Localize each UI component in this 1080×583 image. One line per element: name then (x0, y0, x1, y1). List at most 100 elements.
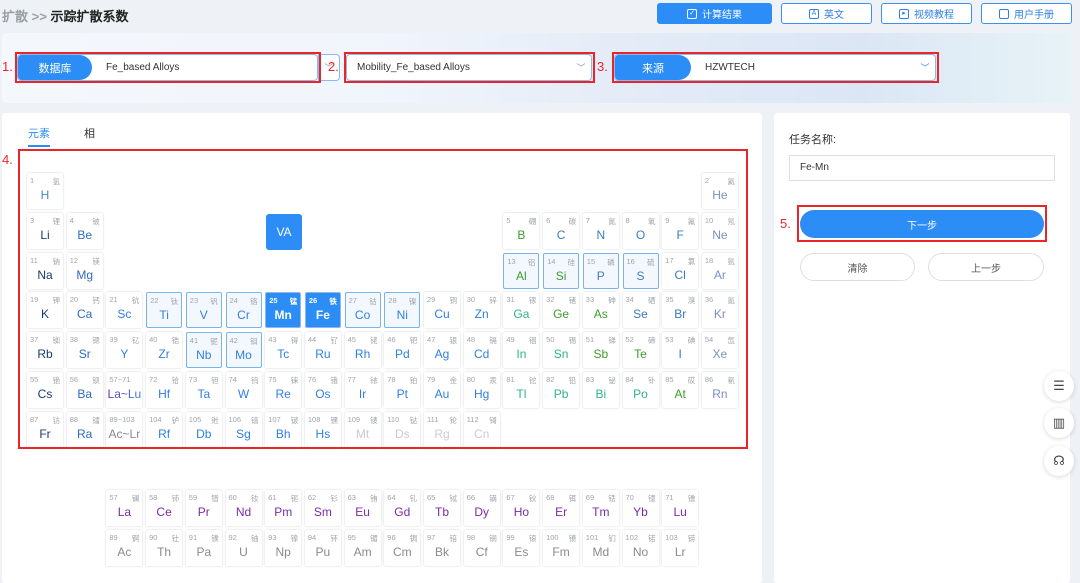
tab-phases[interactable]: 相 (84, 125, 95, 141)
element-la-lu[interactable]: 57~71 La~Lu (106, 372, 143, 408)
element-ag[interactable]: 47 银 Ag (424, 332, 460, 369)
element-cl[interactable]: 17 氯 Cl (662, 252, 699, 289)
element-pd[interactable]: 46 钯 Pd (384, 332, 421, 369)
element-c[interactable]: 6 碳C (543, 212, 580, 249)
element-lr[interactable]: 103 铹 Lr (662, 530, 699, 566)
element-sm[interactable]: 62 钐 Sm (304, 490, 341, 526)
element-sb[interactable]: 51 锑 Sb (582, 332, 619, 369)
book-open-icon[interactable]: ▥ (1044, 408, 1074, 438)
element-pt[interactable]: 78 铂 Pt (384, 372, 421, 408)
element-ga[interactable]: 31 镓 Ga (503, 292, 540, 329)
element-bi[interactable]: 83 铋 Bi (582, 372, 619, 408)
element-es[interactable]: 99 锿 Es (503, 530, 540, 566)
element-at[interactable]: 85 砹 At (662, 372, 699, 408)
group-va-button[interactable]: VA (266, 214, 302, 250)
element-al[interactable]: 13 铝 Al (503, 252, 540, 289)
element-s[interactable]: 16 硫 S (622, 252, 659, 289)
element-po[interactable]: 84 钋 Po (622, 372, 659, 408)
element-rh[interactable]: 45 铑 Rh (344, 332, 381, 369)
english-button[interactable]: A 英文 (781, 3, 872, 24)
element-er[interactable]: 68 铒 Er (543, 490, 580, 526)
element-th[interactable]: 90 钍 Th (146, 530, 183, 566)
previous-step-button[interactable]: 上一步 (928, 253, 1044, 281)
element-ta[interactable]: 73 钽 Ta (185, 372, 222, 408)
element-ac-lr[interactable]: 89~103 Ac~Lr (106, 411, 143, 448)
element-h[interactable]: 1 氢H (27, 173, 63, 209)
element-fe[interactable]: 26 铁 Fe (304, 292, 341, 329)
element-ge[interactable]: 32 锗 Ge (543, 292, 580, 329)
database-select[interactable]: 数据库 Fe_based Alloys (17, 54, 318, 81)
element-u[interactable]: 92 铀 U (225, 530, 262, 566)
element-si[interactable]: 14 硅 Si (543, 252, 580, 289)
element-la[interactable]: 57 镧 La (106, 490, 143, 526)
element-au[interactable]: 79 金 Au (424, 372, 460, 408)
element-rb[interactable]: 37 铷 Rb (27, 332, 63, 369)
element-pu[interactable]: 94 钚 Pu (304, 530, 341, 566)
element-kr[interactable]: 36 氪 Kr (701, 292, 738, 329)
element-as[interactable]: 33 砷 As (582, 292, 619, 329)
element-in[interactable]: 49 铟 In (503, 332, 540, 369)
element-re[interactable]: 75 铼 Re (265, 372, 302, 408)
element-be[interactable]: 4 铍 Be (66, 212, 103, 249)
tab-elements[interactable]: 元素 (28, 125, 50, 141)
element-mg[interactable]: 12 镁 Mg (66, 252, 103, 289)
element-ar[interactable]: 18 氩 Ar (701, 252, 738, 289)
element-lu[interactable]: 71 镥 Lu (662, 490, 699, 526)
element-cu[interactable]: 29 铜 Cu (424, 292, 460, 329)
element-zr[interactable]: 40 锆 Zr (146, 332, 183, 369)
element-co[interactable]: 27 钴 Co (344, 292, 381, 329)
element-no[interactable]: 102 锘 No (622, 530, 659, 566)
element-cf[interactable]: 98 锎 Cf (463, 530, 500, 566)
element-yb[interactable]: 70 镱 Yb (622, 490, 659, 526)
element-ni[interactable]: 28 镍 Ni (384, 292, 421, 329)
element-mn[interactable]: 25 锰 Mn (265, 292, 302, 329)
element-dy[interactable]: 66 镝 Dy (463, 490, 500, 526)
element-fr[interactable]: 87 钫 Fr (27, 411, 63, 448)
element-cr[interactable]: 24 铬 Cr (225, 292, 262, 329)
next-step-button[interactable]: 下一步 (800, 210, 1044, 238)
element-pb[interactable]: 82 铅 Pb (543, 372, 580, 408)
element-ca[interactable]: 20 钙 Ca (66, 292, 103, 329)
clear-button[interactable]: 清除 (800, 253, 915, 281)
element-o[interactable]: 8 氧O (622, 212, 659, 249)
element-ir[interactable]: 77 铱 Ir (344, 372, 381, 408)
video-tutorial-button[interactable]: ▸ 视频教程 (881, 3, 972, 24)
element-k[interactable]: 19 钾 K (27, 292, 63, 329)
element-na[interactable]: 11 钠 Na (27, 252, 63, 289)
element-p[interactable]: 15 磷 P (582, 252, 619, 289)
element-xe[interactable]: 54 氙 Xe (701, 332, 738, 369)
element-se[interactable]: 34 硒 Se (622, 292, 659, 329)
element-mt[interactable]: 109 鿏 Mt (344, 411, 381, 448)
breadcrumb-parent[interactable]: 扩散 (2, 9, 28, 24)
element-n[interactable]: 7 氮N (582, 212, 619, 249)
element-v[interactable]: 23 钒 V (185, 292, 222, 329)
element-hs[interactable]: 108 𬭶 Hs (304, 411, 341, 448)
element-eu[interactable]: 63 铕 Eu (344, 490, 381, 526)
element-md[interactable]: 101 钔 Md (582, 530, 619, 566)
element-rf[interactable]: 104 𬬻 Rf (146, 411, 183, 448)
element-am[interactable]: 95 镅 Am (344, 530, 381, 566)
source-select[interactable]: 来源 HZWTECH ﹀ (614, 54, 936, 81)
element-zn[interactable]: 30 锌 Zn (463, 292, 500, 329)
element-sc[interactable]: 21 钪 Sc (106, 292, 143, 329)
element-ba[interactable]: 56 钡 Ba (66, 372, 103, 408)
element-ac[interactable]: 89 锕 Ac (106, 530, 143, 566)
element-pm[interactable]: 61 钷 Pm (265, 490, 302, 526)
element-ds[interactable]: 110 𫟼 Ds (384, 411, 421, 448)
element-nd[interactable]: 60 钕 Nd (225, 490, 262, 526)
element-ne[interactable]: 10 氖 Ne (701, 212, 738, 249)
element-bh[interactable]: 107 𬭛 Bh (265, 411, 302, 448)
element-bk[interactable]: 97 锫 Bk (424, 530, 460, 566)
element-tc[interactable]: 43 锝 Tc (265, 332, 302, 369)
element-f[interactable]: 9 氟F (662, 212, 699, 249)
element-pr[interactable]: 59 镨 Pr (185, 490, 222, 526)
element-cn[interactable]: 112 鿔 Cn (463, 411, 500, 448)
element-cd[interactable]: 48 镉 Cd (463, 332, 500, 369)
mobility-select[interactable]: Mobility_Fe_based Alloys ﹀ (346, 54, 592, 81)
element-sg[interactable]: 106 𬭳 Sg (225, 411, 262, 448)
element-te[interactable]: 52 碲 Te (622, 332, 659, 369)
results-button[interactable]: ✓ 计算结果 (657, 3, 772, 24)
element-tb[interactable]: 65 铽 Tb (424, 490, 460, 526)
element-li[interactable]: 3 锂 Li (27, 212, 63, 249)
element-np[interactable]: 93 镎 Np (265, 530, 302, 566)
